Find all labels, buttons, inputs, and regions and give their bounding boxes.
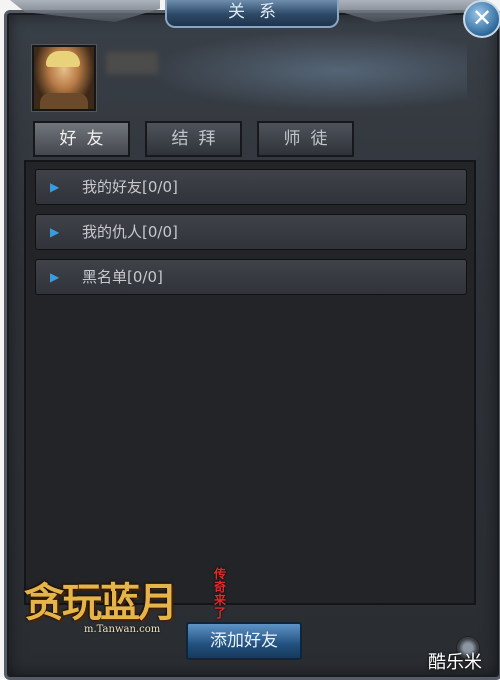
- game-screen: 关系 ✕ 好友 结拜 师徒 ▶ 我的好友[0/0] ▶ 我的仇人[0/0] ▶ …: [0, 0, 500, 680]
- list-item-friends[interactable]: ▶ 我的好友[0/0]: [35, 169, 467, 205]
- tab-sworn-brothers[interactable]: 结拜: [145, 121, 242, 157]
- chevron-right-icon: ▶: [50, 270, 60, 284]
- tab-master-apprentice[interactable]: 师徒: [257, 121, 354, 157]
- tab-friends[interactable]: 好友: [33, 121, 130, 157]
- relations-list: ▶ 我的好友[0/0] ▶ 我的仇人[0/0] ▶ 黑名单[0/0]: [24, 160, 476, 605]
- list-item-label: 黑名单[0/0]: [82, 268, 163, 286]
- avatar-armor: [40, 93, 88, 109]
- logo-title: 贪玩蓝月: [24, 579, 178, 626]
- list-item-label: 我的好友[0/0]: [82, 178, 178, 196]
- logo-url: m.Tanwan.com: [84, 624, 161, 635]
- chevron-right-icon: ▶: [50, 180, 60, 194]
- close-button[interactable]: ✕: [463, 0, 500, 38]
- add-friend-button[interactable]: 添加好友: [186, 622, 302, 660]
- window-title: 关系: [165, 0, 339, 28]
- list-item-blacklist[interactable]: ▶ 黑名单[0/0]: [35, 259, 467, 295]
- list-item-label: 我的仇人[0/0]: [82, 223, 178, 241]
- chevron-right-icon: ▶: [50, 225, 60, 239]
- watermark: 酷乐米: [428, 652, 482, 673]
- avatar-hair: [46, 51, 80, 67]
- player-avatar: [32, 45, 96, 111]
- list-item-enemies[interactable]: ▶ 我的仇人[0/0]: [35, 214, 467, 250]
- logo-slogan: 传奇来了: [214, 567, 227, 620]
- player-name-redacted: [106, 52, 158, 74]
